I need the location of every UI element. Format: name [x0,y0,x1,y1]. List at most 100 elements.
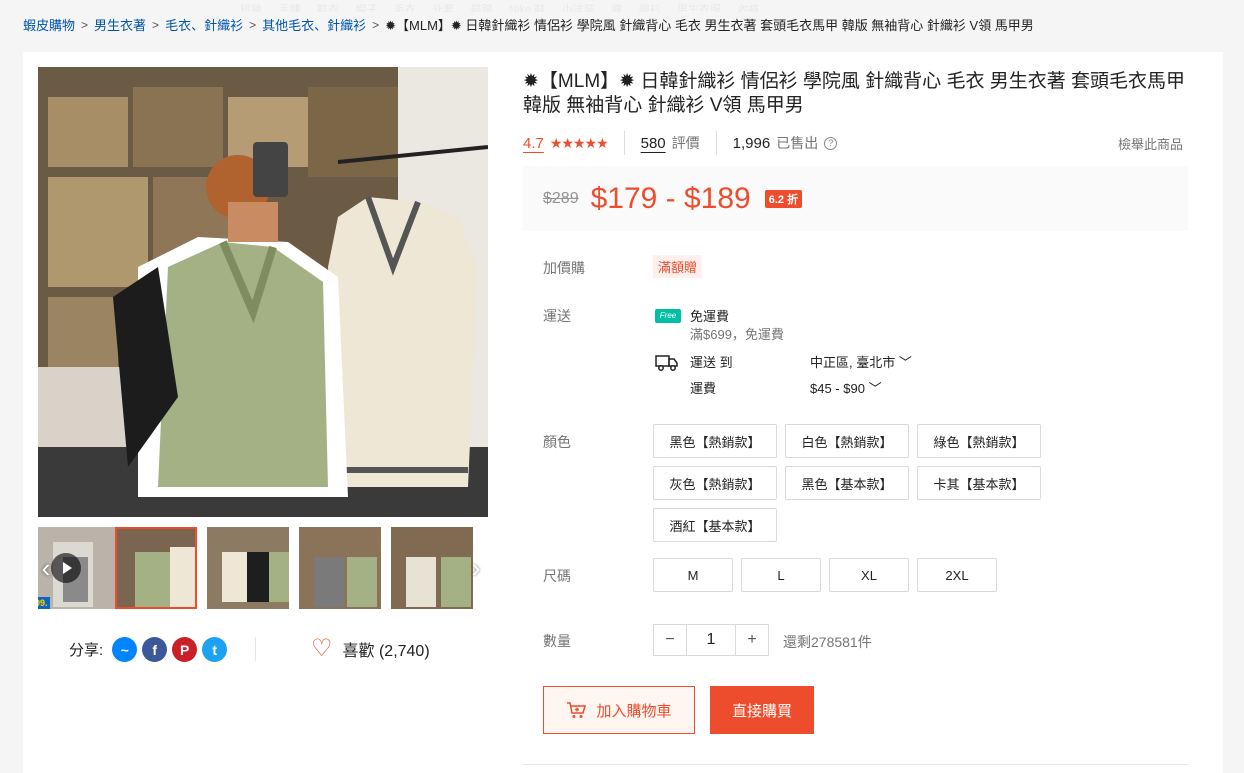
suggestion[interactable]: 內褲 [738,4,760,12]
share-bar: 分享: ~ f P t [69,637,228,662]
promo-badge: 99. [38,597,50,609]
shipping-fee-label: 運費 [690,381,717,396]
suggestion[interactable]: 毛衣 [394,4,416,12]
shipping-label: 運送 [543,308,571,324]
divider [255,637,256,661]
sold-label: 已售出 [776,135,819,151]
suggestion[interactable]: 小洋裝 [562,4,595,12]
free-shipping-condition: 滿$699，免運費 [690,327,784,342]
thumbnail[interactable] [207,527,289,609]
suggestion[interactable]: 帽子 [355,4,377,12]
shipping-fee-value: $45 - $90 [810,381,865,396]
add-to-cart-label: 加入購物車 [596,702,672,720]
thumbnail-image [299,527,381,609]
pinterest-icon[interactable]: P [172,637,198,662]
discount-badge: 6.2 折 [764,189,803,208]
product-photo [38,67,488,517]
divider [715,131,717,155]
product-title: ✹【MLM】✹ 日韓針織衫 情侶衫 學院風 針織背心 毛衣 男生衣著 套頭毛衣馬… [523,71,1186,116]
ship-to-label: 運送 到 [690,355,733,370]
divider [623,131,625,155]
color-option[interactable]: 卡其【基本款】 [917,466,1041,500]
twitter-icon[interactable]: t [202,637,228,662]
size-option[interactable]: L [741,558,821,592]
review-count[interactable]: 580 [641,135,666,152]
breadcrumb-link[interactable]: 男生衣著 [94,15,146,34]
color-option[interactable]: 黑色【基本款】 [785,466,909,500]
rating-score[interactable]: 4.7 [523,135,544,152]
breadcrumb-link[interactable]: 毛衣、針織衫 [165,15,243,34]
heart-icon: ♡ [311,635,333,662]
breadcrumb-link[interactable]: 其他毛衣、針織衫 [262,15,366,34]
thumbnail-prev-button[interactable]: ‹ [38,553,58,583]
suggestion[interactable]: 襯衫 [639,4,661,12]
quantity-input[interactable]: 1 [686,625,736,655]
chevron-down-icon: ﹀ [868,381,882,396]
buy-now-button[interactable]: 直接購買 [710,686,814,734]
add-to-cart-button[interactable]: 加入購物車 [543,686,695,734]
suggestion[interactable]: 外套 [432,4,454,12]
thumbnail-image [391,527,473,609]
like-count: 喜歡 (2,740) [342,643,430,660]
share-label: 分享: [69,642,104,659]
product-card: 99. ‹ › 分享: ~ f P t ♡ 喜歡 (2,740) ✹【MLM】✹… [23,52,1223,773]
suggestion[interactable]: 鞋衣 [317,4,339,12]
size-option[interactable]: XL [829,558,909,592]
quantity-label: 數量 [543,633,571,649]
suggestion[interactable]: 短袖 [240,4,262,12]
product-stats: 4.7 ★★★★★ 580 評價 1,996 已售出 ? 檢舉此商品 [523,131,1183,155]
ship-to-value: 中正區, 臺北市 [810,355,896,370]
thumbnail-strip: 99. ‹ › [38,527,488,609]
suggestion[interactable]: 手鍊 [278,4,300,12]
divider [523,764,1188,765]
addon-gift-tag[interactable]: 滿額贈 [653,255,703,278]
product-main-image[interactable] [38,67,488,517]
color-option[interactable]: 酒紅【基本款】 [653,508,777,542]
color-option[interactable]: 綠色【熱銷款】 [917,424,1041,458]
original-price: $289 [543,189,579,207]
suggestion[interactable]: 男生衣服 [677,4,721,12]
chevron-down-icon: ﹀ [898,355,912,370]
ship-to-location-select[interactable]: 中正區, 臺北市 ﹀ [810,352,912,371]
thumbnail[interactable] [115,527,197,609]
chevron-right-icon: > [81,17,89,32]
size-option[interactable]: M [653,558,733,592]
quantity-increase-button[interactable]: + [736,625,768,655]
stock-remaining: 還剩278581件 [783,634,872,650]
thumbnail-next-button[interactable]: › [464,553,488,583]
suggestion[interactable]: Nike 鞋 [509,4,545,12]
messenger-icon[interactable]: ~ [112,637,138,662]
size-label: 尺碼 [543,568,571,584]
color-option[interactable]: 白色【熱銷款】 [785,424,909,458]
thumbnail[interactable] [299,527,381,609]
review-label: 評價 [671,135,700,151]
size-option[interactable]: 2XL [917,558,997,592]
quantity-stepper: − 1 + [653,624,769,656]
quantity-decrease-button[interactable]: − [654,625,686,655]
report-product-link[interactable]: 檢舉此商品 [1118,134,1183,153]
thumbnail-image [207,527,289,609]
suggestion[interactable]: 鞋踏 [471,4,493,12]
breadcrumb-current: ✹【MLM】✹ 日韓針織衫 情侶衫 學院風 針織背心 毛衣 男生衣著 套頭毛衣馬… [385,18,1034,33]
help-icon[interactable]: ? [824,136,838,150]
chevron-right-icon: > [249,17,257,32]
thumbnail[interactable] [391,527,473,609]
color-option[interactable]: 黑色【熱銷款】 [653,424,777,458]
addon-label: 加價購 [543,260,585,276]
price-section: $289 $179 - $189 6.2 折 [523,166,1188,231]
sold-count: 1,996 [732,134,771,152]
current-price: $179 - $189 [590,181,751,215]
color-option[interactable]: 灰色【熱銷款】 [653,466,777,500]
free-shipping-title: 免運費 [690,309,730,324]
chevron-right-icon: > [372,17,380,32]
breadcrumb-link[interactable]: 蝦皮購物 [23,15,75,34]
cart-icon [567,702,587,718]
top-search-suggestions: 短袖 手鍊 鞋衣 帽子 毛衣 外套 鞋踏 Nike 鞋 小洋裝 褲 襯衫 男生衣… [0,0,1244,12]
shipping-fee-select[interactable]: $45 - $90 ﹀ [810,378,882,397]
free-shipping-icon: Free [655,309,681,323]
suggestion[interactable]: 褲 [611,4,622,12]
facebook-icon[interactable]: f [142,637,168,662]
like-button[interactable]: ♡ 喜歡 (2,740) [311,637,430,661]
truck-icon [655,355,678,371]
rating-stars: ★★★★★ [549,134,609,151]
